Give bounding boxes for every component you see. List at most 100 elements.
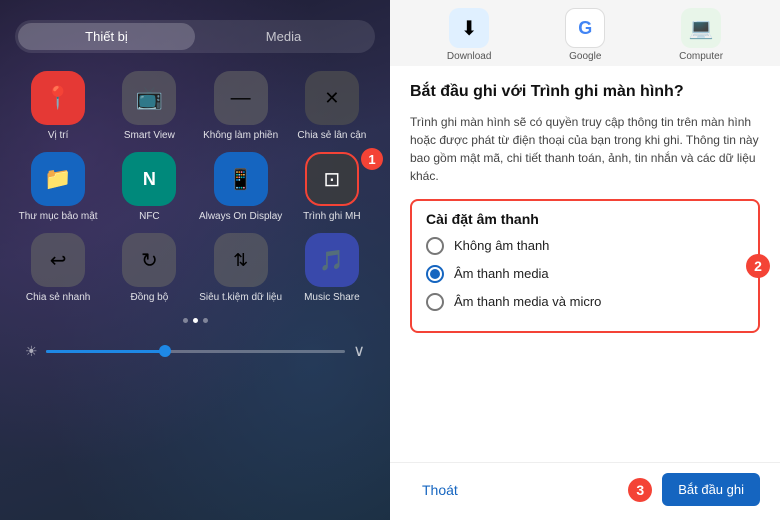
footer-right: 3 Bắt đầu ghi: [628, 473, 760, 506]
dnd-icon: —: [231, 87, 251, 110]
icon-chia-se-lan-can[interactable]: ✕ Chia sẻ lân cận: [289, 71, 375, 142]
smart-view-label: Smart View: [124, 130, 175, 142]
aod-circle: 📱: [214, 152, 268, 206]
secure-folder-circle: 📁: [31, 152, 85, 206]
dialog-title: Bắt đầu ghi với Trình ghi màn hình?: [410, 82, 760, 103]
radio-media-mic-circle: [426, 293, 444, 311]
radio-media-sound-label: Âm thanh media: [454, 266, 549, 281]
aod-icon: 📱: [228, 167, 253, 192]
computer-app-icon: 💻: [681, 8, 721, 48]
brightness-low-icon: ☀: [25, 343, 38, 360]
dialog-description: Trình ghi màn hình sẽ có quyền truy cập …: [410, 113, 760, 185]
quick-share-circle: ↩: [31, 233, 85, 287]
quick-share-icon: ↩: [50, 248, 67, 273]
top-app-computer[interactable]: 💻 Computer: [679, 8, 723, 62]
screen-record-icon: ⊡: [323, 167, 340, 192]
icon-khong-lam-phien[interactable]: — Không làm phiền: [198, 71, 284, 142]
dot-1: [183, 318, 188, 323]
quick-settings-tabs: Thiết bị Media: [15, 20, 375, 53]
music-share-label: Music Share: [304, 292, 360, 304]
aod-label: Always On Display: [199, 211, 282, 223]
sync-circle: ↻: [122, 233, 176, 287]
computer-icon: 💻: [689, 16, 714, 41]
dnd-label: Không làm phiền: [203, 130, 278, 142]
data-saver-circle: ⇅: [214, 233, 268, 287]
badge-number-1: 1: [361, 148, 383, 170]
smart-view-icon: 📺: [136, 85, 163, 111]
download-app-label: Download: [447, 51, 491, 62]
sieu-tiet-kiem-label: Siêu t.kiệm dữ liệu: [199, 292, 282, 304]
dialog-content: Bắt đầu ghi với Trình ghi màn hình? Trìn…: [390, 66, 780, 462]
icon-dong-bo[interactable]: ↻ Đồng bộ: [106, 233, 192, 304]
nearby-share-icon: ✕: [324, 88, 339, 109]
thu-muc-bao-mat-label: Thư mục bảo mật: [19, 211, 98, 223]
radio-no-sound[interactable]: Không âm thanh: [426, 237, 744, 255]
left-content: Thiết bị Media 📍 Vị trí 📺 Smart View —: [0, 0, 390, 367]
icon-always-on-display[interactable]: 📱 Always On Display: [198, 152, 284, 223]
google-icon: G: [578, 18, 592, 39]
google-app-icon: G: [565, 8, 605, 48]
brightness-bar: ☀ ∨: [15, 335, 375, 367]
nfc-circle: N: [122, 152, 176, 206]
radio-media-sound[interactable]: Âm thanh media: [426, 265, 744, 283]
tab-media[interactable]: Media: [195, 23, 372, 50]
cancel-button[interactable]: Thoát: [410, 474, 470, 506]
audio-settings-title: Cài đặt âm thanh: [426, 211, 744, 227]
nfc-icon: N: [143, 169, 156, 190]
smart-view-circle: 📺: [122, 71, 176, 125]
top-app-download[interactable]: ⬇ Download: [447, 8, 491, 62]
nearby-share-label: Chia sẻ lân cận: [297, 130, 366, 142]
icon-trinh-ghi-mh[interactable]: ⊡ 1 Trình ghi MH: [289, 152, 375, 223]
icon-music-share[interactable]: 🎵 Music Share: [289, 233, 375, 304]
vi-tri-circle: 📍: [31, 71, 85, 125]
music-share-circle: 🎵: [305, 233, 359, 287]
dot-2: [193, 318, 198, 323]
screen-record-circle: ⊡: [305, 152, 359, 206]
icon-vi-tri[interactable]: 📍 Vị trí: [15, 71, 101, 142]
dot-3: [203, 318, 208, 323]
data-saver-icon: ⇅: [233, 250, 248, 271]
quick-settings-grid: 📍 Vị trí 📺 Smart View — Không làm phiền …: [15, 71, 375, 304]
secure-folder-icon: 📁: [44, 166, 71, 192]
right-panel: ⬇ Download G Google 💻 Computer Bắt đầu g…: [390, 0, 780, 520]
page-dots: [15, 318, 375, 323]
sync-icon: ↻: [141, 248, 158, 273]
start-recording-button[interactable]: Bắt đầu ghi: [662, 473, 760, 506]
dnd-circle: —: [214, 71, 268, 125]
icon-smart-view[interactable]: 📺 Smart View: [106, 71, 192, 142]
icon-chia-se-nhanh[interactable]: ↩ Chia sẻ nhanh: [15, 233, 101, 304]
radio-no-sound-label: Không âm thanh: [454, 238, 549, 253]
chevron-down-icon[interactable]: ∨: [353, 341, 365, 361]
top-app-google[interactable]: G Google: [565, 8, 605, 62]
audio-settings-box: Cài đặt âm thanh Không âm thanh Âm thanh…: [410, 199, 760, 333]
badge-number-3: 3: [628, 478, 652, 502]
radio-media-mic-label: Âm thanh media và micro: [454, 294, 601, 309]
location-icon: 📍: [44, 85, 71, 111]
brightness-slider[interactable]: [46, 350, 346, 353]
icon-sieu-tiet-kiem[interactable]: ⇅ Siêu t.kiệm dữ liệu: [198, 233, 284, 304]
top-apps-row: ⬇ Download G Google 💻 Computer: [390, 0, 780, 66]
icon-thu-muc-bao-mat[interactable]: 📁 Thư mục bảo mật: [15, 152, 101, 223]
music-share-icon: 🎵: [319, 248, 344, 273]
radio-media-sound-inner: [430, 269, 440, 279]
brightness-fill: [46, 350, 166, 353]
google-app-label: Google: [569, 51, 601, 62]
brightness-thumb: [159, 345, 171, 357]
radio-no-sound-circle: [426, 237, 444, 255]
dong-bo-label: Đồng bộ: [130, 292, 168, 304]
download-icon: ⬇: [461, 16, 478, 41]
vi-tri-label: Vị trí: [48, 130, 69, 142]
left-panel: Thiết bị Media 📍 Vị trí 📺 Smart View —: [0, 0, 390, 520]
trinh-ghi-mh-label: Trình ghi MH: [303, 211, 360, 223]
nearby-share-circle: ✕: [305, 71, 359, 125]
dialog-footer: Thoát 3 Bắt đầu ghi: [390, 462, 780, 520]
nfc-label: NFC: [139, 211, 160, 223]
radio-media-mic[interactable]: Âm thanh media và micro: [426, 293, 744, 311]
tab-thiet-bi[interactable]: Thiết bị: [18, 23, 195, 50]
radio-media-sound-circle: [426, 265, 444, 283]
badge-number-2: 2: [746, 254, 770, 278]
computer-app-label: Computer: [679, 51, 723, 62]
download-app-icon: ⬇: [449, 8, 489, 48]
icon-nfc[interactable]: N NFC: [106, 152, 192, 223]
chia-se-nhanh-label: Chia sẻ nhanh: [26, 292, 91, 304]
